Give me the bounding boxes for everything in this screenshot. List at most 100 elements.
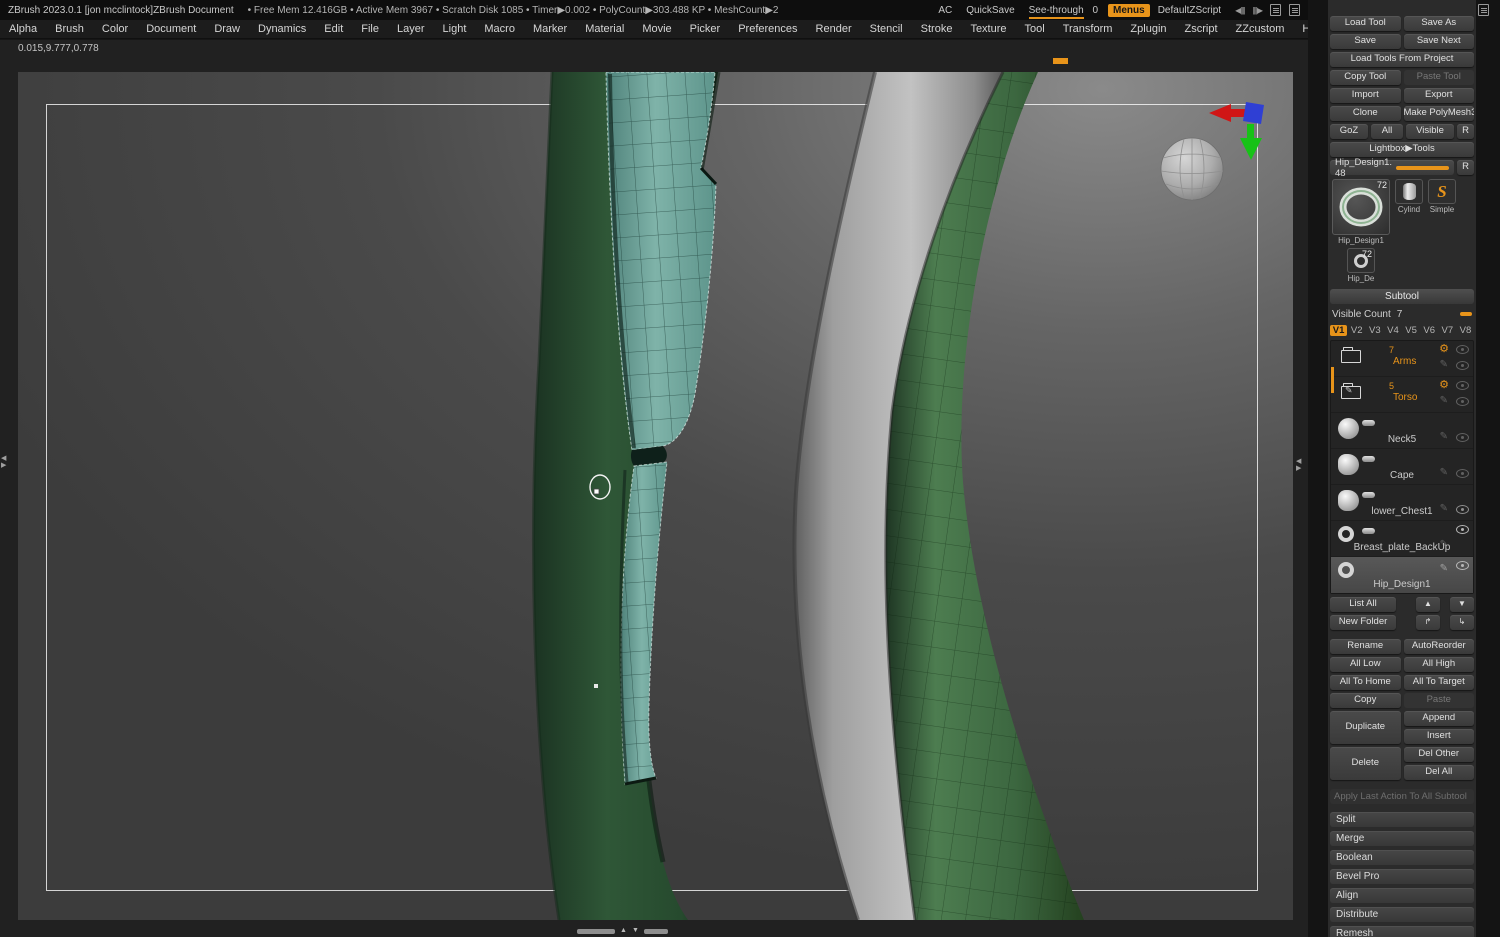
ac-toggle[interactable]: AC: [938, 5, 952, 16]
menu-picker[interactable]: Picker: [681, 23, 730, 35]
x-axis-arrow[interactable]: [1230, 109, 1246, 117]
pencil-icon[interactable]: ✎: [1440, 395, 1448, 406]
polypaint-toggle[interactable]: [1362, 420, 1375, 426]
viewport-3d[interactable]: [18, 72, 1293, 920]
eye-icon[interactable]: [1456, 525, 1469, 534]
menu-dynamics[interactable]: Dynamics: [249, 23, 315, 35]
pencil-icon[interactable]: ✎: [1440, 503, 1448, 514]
scroll-down-icon[interactable]: ▼: [632, 926, 639, 936]
tab-v4[interactable]: V4: [1384, 325, 1401, 336]
tab-v8[interactable]: V8: [1457, 325, 1474, 336]
gear-icon[interactable]: ⚙: [1439, 379, 1449, 391]
clone-button[interactable]: Clone: [1330, 106, 1401, 121]
menu-zplugin[interactable]: Zplugin: [1121, 23, 1175, 35]
tab-v6[interactable]: V6: [1421, 325, 1438, 336]
all-to-target-button[interactable]: All To Target: [1404, 675, 1475, 690]
move-down-button[interactable]: ▼: [1450, 597, 1474, 612]
new-folder-button[interactable]: New Folder: [1330, 615, 1396, 630]
menu-movie[interactable]: Movie: [633, 23, 680, 35]
horizontal-scrollbar[interactable]: ▲ ▼: [577, 926, 668, 936]
subtool-item-lower-chest1[interactable]: lower_Chest1 ✎: [1331, 485, 1473, 521]
subtool-item-neck5[interactable]: Neck5 ✎: [1331, 413, 1473, 449]
viewport-canvas[interactable]: [18, 72, 1293, 920]
menus-button[interactable]: Menus: [1108, 4, 1150, 17]
rename-button[interactable]: Rename: [1330, 639, 1401, 654]
subtool-folder-torso[interactable]: ✎ 5 Torso ⚙ ✎: [1331, 377, 1473, 413]
tab-v2[interactable]: V2: [1348, 325, 1365, 336]
menu-layer[interactable]: Layer: [388, 23, 434, 35]
del-all-button[interactable]: Del All: [1404, 765, 1475, 780]
subtool-thumbnail[interactable]: [1338, 526, 1354, 542]
move-up-button[interactable]: ▲: [1416, 597, 1440, 612]
folder-eye-icon[interactable]: [1456, 345, 1469, 354]
menu-color[interactable]: Color: [93, 23, 137, 35]
section-remesh[interactable]: Remesh: [1330, 926, 1474, 937]
eye-icon[interactable]: [1456, 433, 1469, 442]
menu-texture[interactable]: Texture: [961, 23, 1015, 35]
copy-tool-button[interactable]: Copy Tool: [1330, 70, 1401, 85]
hip-tool-thumbnail[interactable]: 72: [1347, 248, 1375, 273]
cylinder-tool-thumbnail[interactable]: [1395, 179, 1423, 204]
load-tools-from-project-button[interactable]: Load Tools From Project: [1330, 52, 1474, 67]
tool-slider-handle[interactable]: [1396, 166, 1449, 170]
all-high-button[interactable]: All High: [1404, 657, 1475, 672]
del-other-button[interactable]: Del Other: [1404, 747, 1475, 762]
goz-button[interactable]: GoZ: [1330, 124, 1368, 139]
subtool-thumbnail[interactable]: [1338, 562, 1354, 578]
menu-zzcustom[interactable]: ZZcustom: [1227, 23, 1294, 35]
menu-document[interactable]: Document: [137, 23, 205, 35]
quicksave-button[interactable]: QuickSave: [966, 5, 1014, 16]
subtool-item-cape[interactable]: Cape ✎: [1331, 449, 1473, 485]
import-button[interactable]: Import: [1330, 88, 1401, 103]
tab-v5[interactable]: V5: [1403, 325, 1420, 336]
active-tool-slider[interactable]: Hip_Design1. 48: [1330, 160, 1454, 175]
pencil-icon[interactable]: ✎: [1440, 539, 1448, 550]
pencil-icon[interactable]: ✎: [1440, 359, 1448, 370]
move-into-folder-button[interactable]: ↱: [1416, 615, 1440, 630]
list-all-button[interactable]: List All: [1330, 597, 1396, 612]
folder-eye-icon[interactable]: [1456, 381, 1469, 390]
hscroll-thumb[interactable]: [577, 929, 615, 934]
goz-r-button[interactable]: R: [1457, 124, 1474, 139]
save-next-button[interactable]: Save Next: [1404, 34, 1475, 49]
tab-v7[interactable]: V7: [1439, 325, 1456, 336]
hscroll-thumb-2[interactable]: [644, 929, 668, 934]
append-button[interactable]: Append: [1404, 711, 1475, 726]
default-zscript-button[interactable]: DefaultZScript: [1158, 5, 1221, 16]
move-out-of-folder-button[interactable]: ↳: [1450, 615, 1474, 630]
menu-preferences[interactable]: Preferences: [729, 23, 806, 35]
menu-alpha[interactable]: Alpha: [0, 23, 46, 35]
section-split[interactable]: Split: [1330, 812, 1474, 827]
menu-tool[interactable]: Tool: [1016, 23, 1054, 35]
section-distribute[interactable]: Distribute: [1330, 907, 1474, 922]
see-through-slider[interactable]: See-through 0: [1029, 5, 1098, 16]
menu-render[interactable]: Render: [807, 23, 861, 35]
eye-icon[interactable]: [1456, 397, 1469, 406]
left-tray-splitter[interactable]: ◀ ▶: [1, 455, 6, 469]
menu-transform[interactable]: Transform: [1054, 23, 1122, 35]
save-button[interactable]: Save: [1330, 34, 1401, 49]
pencil-icon[interactable]: ✎: [1440, 563, 1448, 574]
section-boolean[interactable]: Boolean: [1330, 850, 1474, 865]
subtool-item-breast-plate-backup[interactable]: Breast_plate_BackUp ✎: [1331, 521, 1473, 557]
copy-subtool-button[interactable]: Copy: [1330, 693, 1401, 708]
menu-stencil[interactable]: Stencil: [861, 23, 912, 35]
lightbox-tools-button[interactable]: Lightbox▶Tools: [1330, 142, 1474, 157]
menu-light[interactable]: Light: [434, 23, 476, 35]
goz-visible-button[interactable]: Visible: [1406, 124, 1454, 139]
polypaint-toggle[interactable]: [1362, 528, 1375, 534]
right-tray-splitter[interactable]: ◀ ▶: [1296, 458, 1301, 472]
subtool-folder-arms[interactable]: 7 Arms ⚙ ✎: [1331, 341, 1473, 377]
eye-icon[interactable]: [1456, 505, 1469, 514]
menu-draw[interactable]: Draw: [205, 23, 249, 35]
active-tool-thumbnail[interactable]: 72: [1332, 179, 1390, 235]
copy-document-icon[interactable]: [1270, 4, 1281, 16]
scroll-right-icon[interactable]: ||||▶: [1253, 6, 1262, 15]
eye-icon[interactable]: [1456, 561, 1469, 570]
pencil-icon[interactable]: ✎: [1440, 431, 1448, 442]
polypaint-toggle[interactable]: [1362, 492, 1375, 498]
autoreorder-button[interactable]: AutoReorder: [1404, 639, 1475, 654]
goz-all-button[interactable]: All: [1371, 124, 1403, 139]
export-button[interactable]: Export: [1404, 88, 1475, 103]
z-axis-handle[interactable]: [1243, 102, 1264, 124]
